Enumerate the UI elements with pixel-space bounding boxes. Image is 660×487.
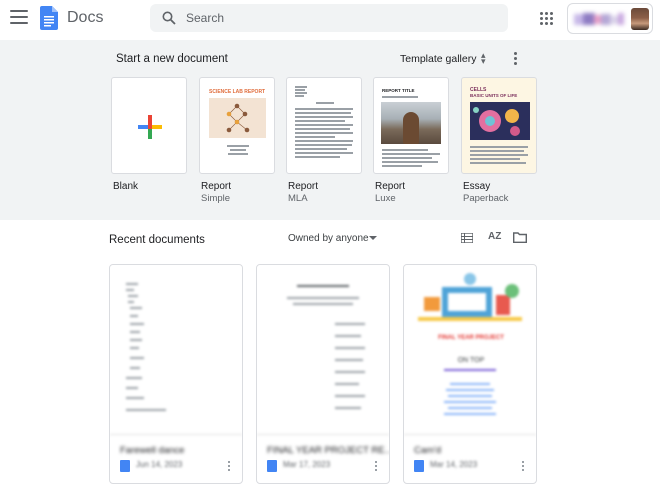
template-report-simple[interactable]: SCIENCE LAB REPORT Report Simple	[199, 77, 275, 204]
list-view-icon[interactable]	[461, 233, 473, 243]
doc-title: FINAL YEAR PROJECT RE...	[267, 445, 390, 456]
app-name[interactable]: Docs	[67, 9, 103, 27]
doc-opened-date: Jun 14, 2023	[136, 460, 183, 469]
docs-file-icon	[267, 460, 277, 472]
project-illustration	[418, 273, 522, 321]
docs-logo-icon[interactable]	[40, 6, 58, 30]
docs-file-icon	[120, 460, 130, 472]
recent-documents-title: Recent documents	[109, 234, 205, 246]
sort-az-icon[interactable]: AZ	[488, 231, 501, 242]
docs-file-icon	[414, 460, 424, 472]
thumb-heading: REPORT TITLE	[382, 88, 415, 93]
google-apps-icon[interactable]	[540, 12, 553, 25]
unfold-icon[interactable]: ▴ ▾	[481, 51, 486, 66]
recent-doc-card[interactable]: FINAL YEAR PROJECT RE... Mar 17, 2023	[256, 264, 390, 484]
avatar[interactable]	[631, 8, 649, 30]
menu-icon-bar	[10, 16, 28, 18]
thumb-subheading: BASIC UNITS OF LIFE	[470, 93, 518, 98]
template-report-mla[interactable]: Report MLA	[286, 77, 362, 204]
preview-subtitle: ON TOP	[457, 357, 485, 364]
doc-more-icon[interactable]	[375, 461, 378, 472]
template-thumbnail[interactable]: CELLS BASIC UNITS OF LIFE	[461, 77, 537, 174]
search-icon[interactable]	[162, 11, 176, 25]
template-gallery-button[interactable]: Template gallery	[400, 53, 476, 65]
template-subname: Paperback	[463, 193, 509, 204]
account-button[interactable]	[567, 3, 653, 34]
owner-filter-dropdown[interactable]: Owned by anyone	[288, 233, 369, 244]
template-name: Report	[375, 181, 406, 192]
main-menu-button[interactable]	[10, 10, 28, 26]
template-thumbnail[interactable]: REPORT TITLE	[373, 77, 449, 174]
template-name: Report	[201, 181, 232, 192]
template-subname: Simple	[201, 193, 231, 204]
template-section: Start a new document Template gallery ▴ ▾…	[0, 40, 660, 220]
thumb-image	[381, 102, 441, 144]
doc-title: Farewell dance	[120, 445, 185, 456]
doc-preview: FINAL YEAR PROJECT ON TOP	[404, 265, 536, 435]
thumb-heading: SCIENCE LAB REPORT	[209, 89, 266, 95]
doc-preview	[257, 265, 389, 435]
section-title: Start a new document	[116, 53, 228, 65]
doc-preview	[110, 265, 242, 435]
template-subname: MLA	[288, 193, 308, 204]
doc-more-icon[interactable]	[522, 461, 525, 472]
template-blank[interactable]: Blank	[111, 77, 187, 193]
molecule-icon	[226, 103, 250, 133]
preview-title: FINAL YEAR PROJECT	[438, 335, 504, 341]
top-bar: Docs	[0, 0, 660, 40]
search-bar[interactable]	[150, 4, 508, 32]
menu-icon-bar	[10, 22, 28, 24]
template-name: Blank	[113, 181, 139, 192]
recent-doc-card[interactable]: Farewell dance Jun 14, 2023	[109, 264, 243, 484]
more-options-icon[interactable]	[514, 52, 518, 66]
template-thumbnail[interactable]	[286, 77, 362, 174]
doc-title: Cam'd	[414, 445, 442, 456]
cells-icon	[473, 107, 520, 136]
doc-opened-date: Mar 17, 2023	[283, 460, 331, 469]
template-thumbnail[interactable]	[111, 77, 187, 174]
folder-picker-icon[interactable]	[513, 232, 527, 243]
plus-icon	[138, 115, 162, 139]
doc-more-icon[interactable]	[228, 461, 231, 472]
template-name: Essay	[463, 181, 491, 192]
doc-opened-date: Mar 14, 2023	[430, 460, 478, 469]
account-logo	[574, 13, 624, 25]
thumb-image	[209, 98, 266, 138]
template-essay-paperback[interactable]: CELLS BASIC UNITS OF LIFE Essay Paperbac…	[461, 77, 537, 204]
template-report-luxe[interactable]: REPORT TITLE Report Luxe	[373, 77, 449, 204]
template-thumbnail[interactable]: SCIENCE LAB REPORT	[199, 77, 275, 174]
search-input[interactable]	[186, 8, 486, 28]
template-subname: Luxe	[375, 193, 396, 204]
dropdown-caret-icon[interactable]	[369, 236, 377, 240]
thumb-image	[470, 102, 530, 140]
recent-doc-card[interactable]: FINAL YEAR PROJECT ON TOP Cam'd Mar 14, …	[403, 264, 537, 484]
menu-icon-bar	[10, 10, 28, 12]
template-name: Report	[288, 181, 319, 192]
